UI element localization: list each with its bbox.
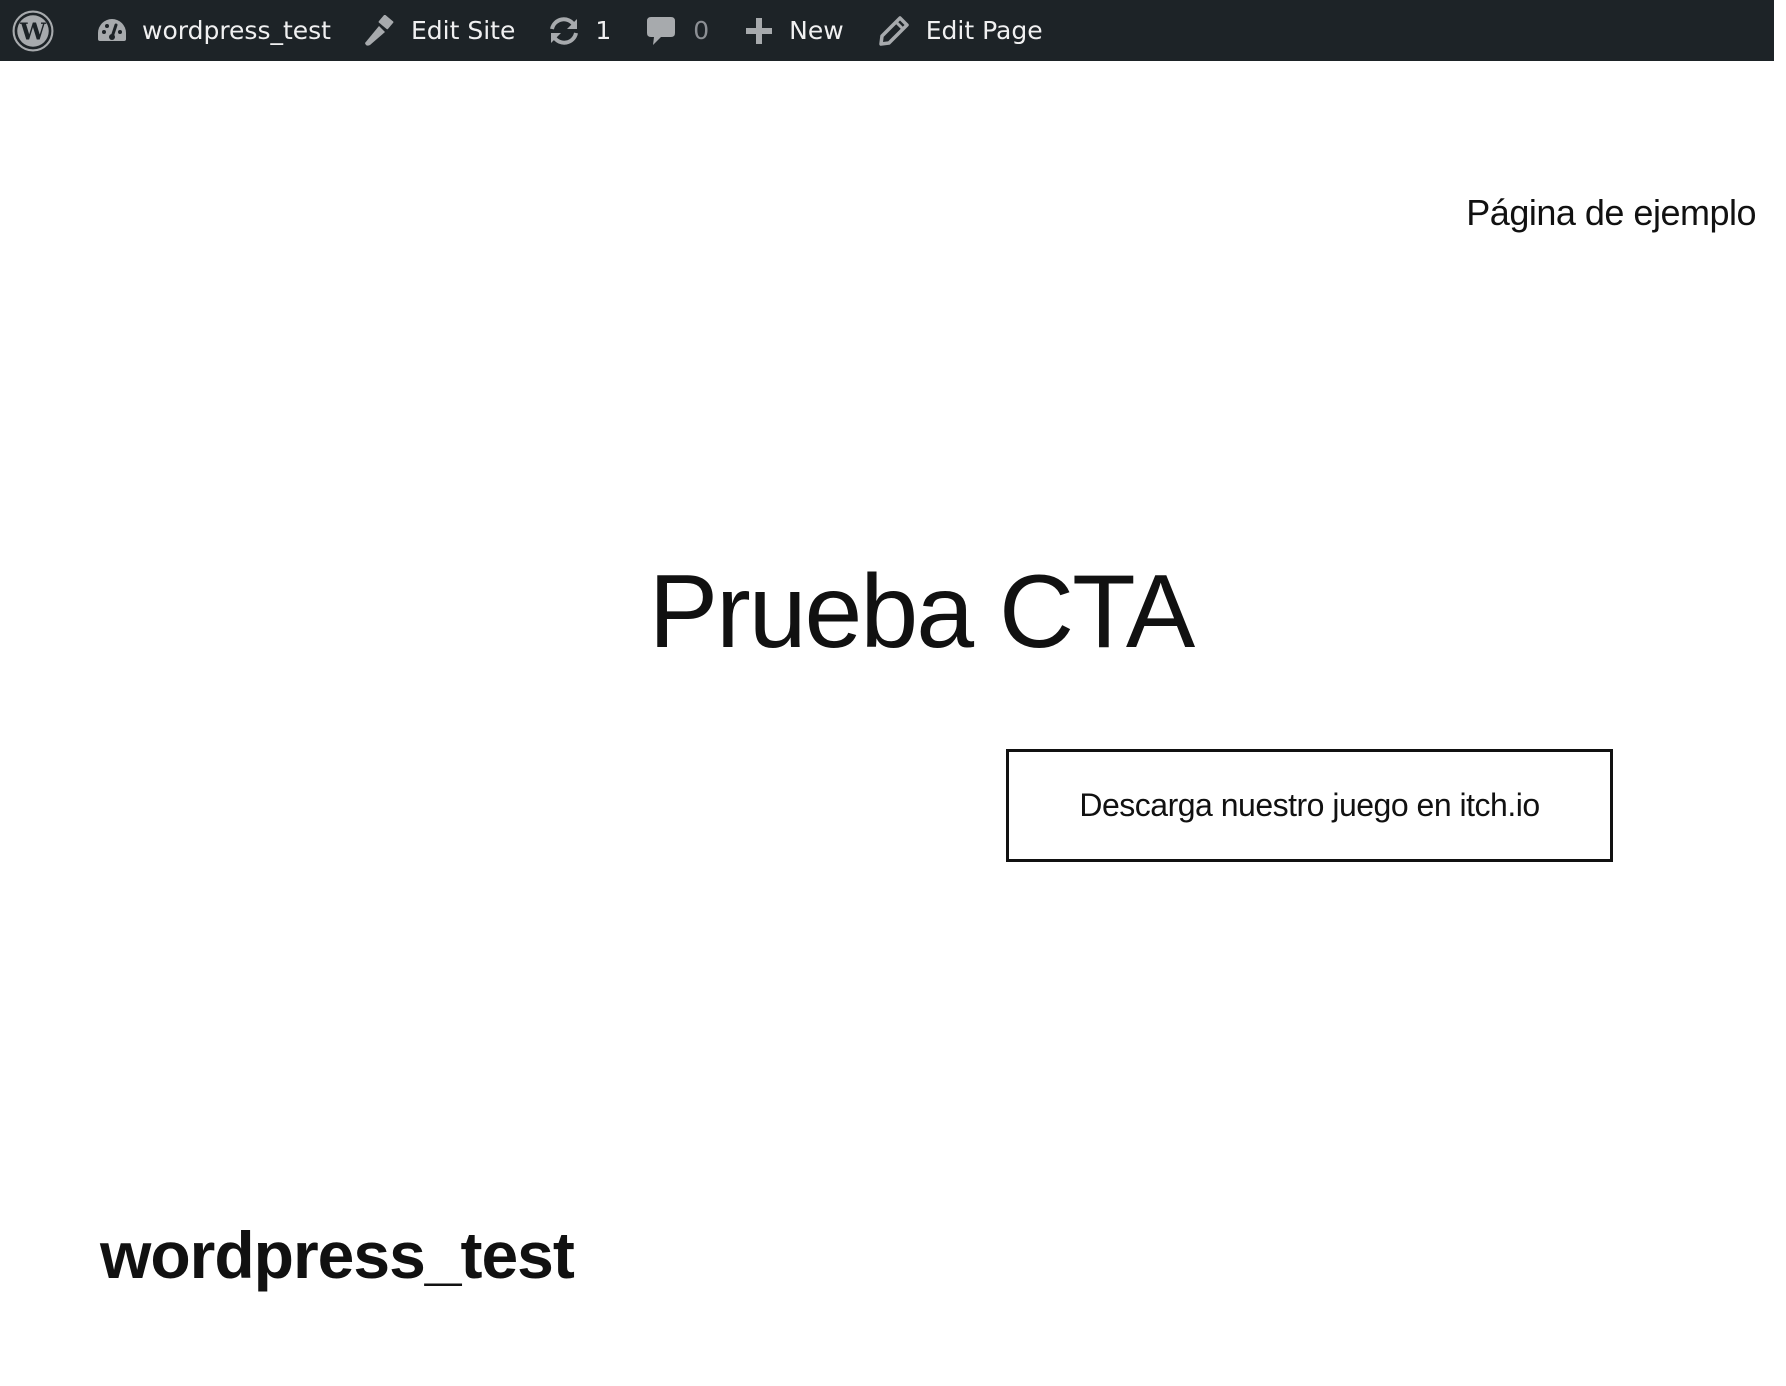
nav-link-sample-page[interactable]: Página de ejemplo bbox=[1466, 192, 1756, 234]
edit-page-button[interactable]: Edit Page bbox=[878, 0, 1043, 61]
plus-icon bbox=[745, 17, 773, 45]
update-icon bbox=[547, 16, 581, 46]
dashboard-icon bbox=[96, 16, 128, 46]
footer-site-title[interactable]: wordpress_test bbox=[100, 1222, 575, 1288]
site-name-menu[interactable]: wordpress_test bbox=[96, 0, 331, 61]
brush-icon bbox=[363, 14, 397, 47]
page: W wordpress_test Edit Site 1 0 New Edit … bbox=[0, 0, 1786, 1386]
new-content-button[interactable]: New bbox=[745, 0, 844, 61]
updates-count: 1 bbox=[595, 16, 612, 45]
svg-text:W: W bbox=[19, 18, 47, 45]
comment-icon bbox=[645, 14, 677, 48]
edit-site-label: Edit Site bbox=[411, 16, 516, 45]
updates-button[interactable]: 1 bbox=[547, 0, 611, 61]
admin-bar: W wordpress_test Edit Site 1 0 New Edit … bbox=[0, 0, 1774, 61]
cta-button-label: Descarga nuestro juego en itch.io bbox=[1079, 787, 1540, 823]
new-content-label: New bbox=[789, 16, 844, 45]
wordpress-logo-icon: W bbox=[12, 10, 54, 52]
wordpress-menu[interactable]: W bbox=[12, 0, 54, 61]
comments-button[interactable]: 0 bbox=[645, 0, 709, 61]
edit-site-button[interactable]: Edit Site bbox=[363, 0, 515, 61]
page-title: Prueba CTA bbox=[648, 554, 1196, 670]
edit-page-label: Edit Page bbox=[925, 16, 1043, 45]
comments-count: 0 bbox=[693, 16, 710, 45]
cta-button[interactable]: Descarga nuestro juego en itch.io bbox=[1006, 749, 1613, 862]
pencil-icon bbox=[878, 15, 910, 47]
site-name-label: wordpress_test bbox=[142, 16, 331, 45]
